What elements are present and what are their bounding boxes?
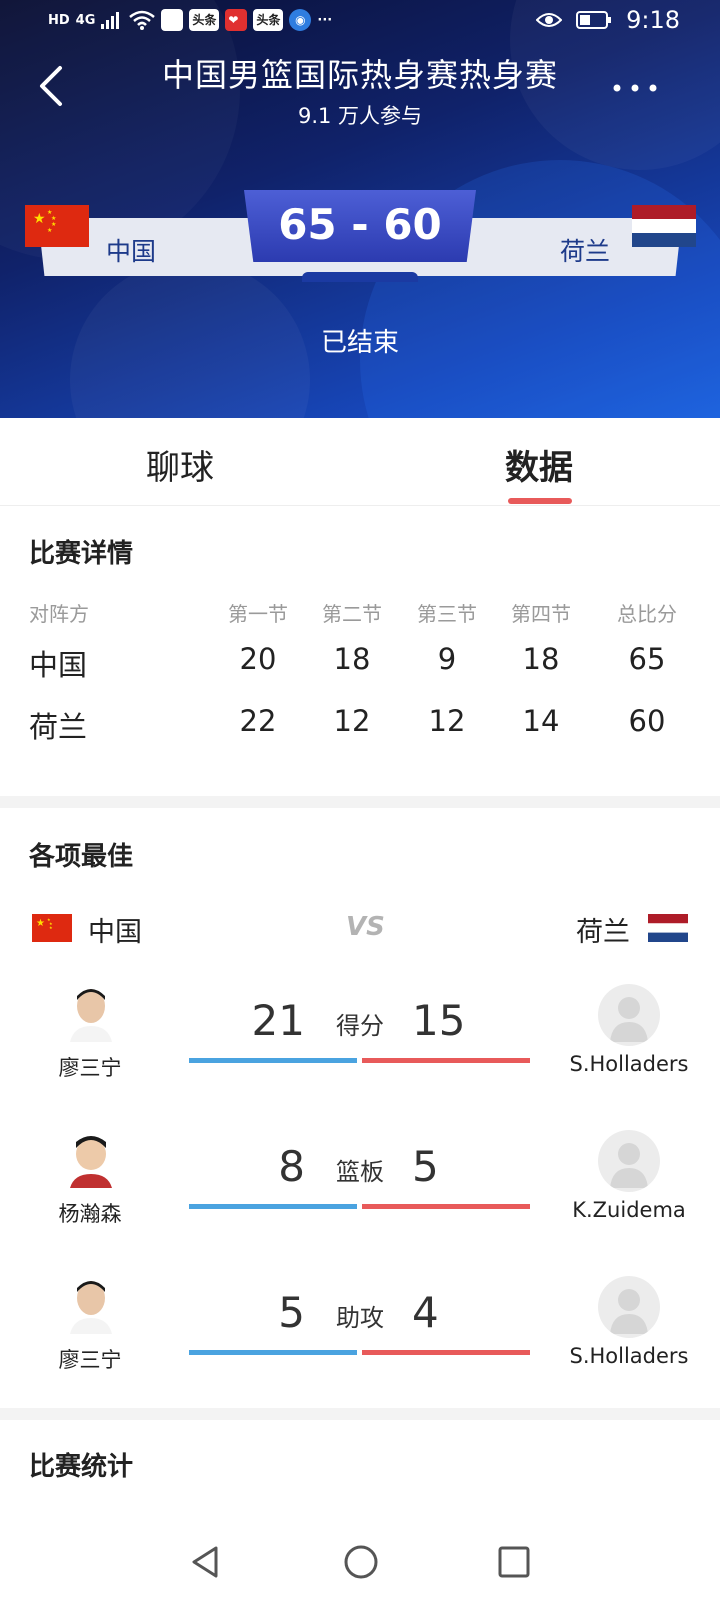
best-stat-row-assists[interactable]: 廖三宁 5 助攻 4 S.Holladers bbox=[0, 1274, 720, 1384]
home-stat-value: 21 bbox=[251, 996, 305, 1045]
header-q1: 第一节 bbox=[228, 602, 288, 626]
app-chip-2: 头条 bbox=[253, 9, 284, 31]
q4-score: 14 bbox=[522, 704, 560, 738]
notification-icon bbox=[161, 9, 184, 31]
stat-category: 篮板 bbox=[336, 1158, 384, 1186]
home-stat-value: 5 bbox=[278, 1288, 305, 1337]
away-stat-bar bbox=[362, 1350, 530, 1355]
network-type: 4G bbox=[75, 12, 96, 28]
home-team-name: 中国 bbox=[106, 237, 157, 266]
clock: 9:18 bbox=[626, 6, 680, 34]
stat-category: 得分 bbox=[336, 1012, 384, 1040]
home-player-name: 廖三宁 bbox=[58, 1348, 122, 1372]
svg-text:★: ★ bbox=[33, 211, 46, 227]
away-team-name: 荷兰 bbox=[560, 237, 611, 266]
header-q3: 第三节 bbox=[417, 602, 477, 626]
header-total: 总比分 bbox=[617, 602, 677, 626]
away-team-label: 荷兰 bbox=[576, 917, 630, 948]
home-stat-bar bbox=[189, 1350, 357, 1355]
vs-label: VS bbox=[346, 912, 385, 942]
away-stat-value: 4 bbox=[412, 1288, 439, 1337]
player-avatar[interactable] bbox=[66, 1128, 116, 1188]
away-stat-bar bbox=[362, 1204, 530, 1209]
best-players-title: 各项最佳 bbox=[29, 842, 134, 872]
q2-score: 18 bbox=[333, 642, 371, 676]
home-team-label: 中国 bbox=[88, 917, 142, 948]
more-dots-icon[interactable] bbox=[612, 80, 658, 96]
best-stat-row-points[interactable]: 廖三宁 21 得分 15 S.Holladers bbox=[0, 982, 720, 1092]
header-team: 对阵方 bbox=[29, 602, 89, 626]
home-stat-value: 8 bbox=[278, 1142, 305, 1191]
player-avatar[interactable] bbox=[66, 1274, 116, 1334]
participants-count: 9.1 万人参与 bbox=[297, 104, 423, 128]
stat-category: 助攻 bbox=[336, 1304, 384, 1332]
q2-score: 12 bbox=[333, 704, 371, 738]
row-team: 中国 bbox=[29, 648, 88, 682]
away-player-name: S.Holladers bbox=[569, 1344, 689, 1368]
total-score: 65 bbox=[628, 642, 666, 676]
tab-data[interactable]: 数据 bbox=[505, 440, 573, 489]
player-avatar[interactable] bbox=[66, 982, 116, 1042]
section-divider bbox=[0, 796, 720, 808]
home-stat-bar bbox=[189, 1204, 357, 1209]
q1-score: 22 bbox=[239, 704, 277, 738]
system-navigation-bar bbox=[0, 1520, 720, 1600]
header-q4: 第四节 bbox=[511, 602, 571, 626]
score-notch bbox=[302, 272, 418, 282]
hd-indicator: HD bbox=[48, 12, 70, 28]
total-score: 60 bbox=[628, 704, 666, 738]
home-player-name: 廖三宁 bbox=[58, 1056, 122, 1080]
netherlands-flag-icon bbox=[648, 914, 688, 942]
section-divider bbox=[0, 1408, 720, 1420]
match-header: HD 4G 头条 ❤ 头条 ◉ ··· 9:18 中国男篮国际热身赛热身赛 9.… bbox=[0, 0, 720, 418]
q3-score: 9 bbox=[437, 642, 457, 676]
netherlands-flag-icon bbox=[632, 205, 696, 247]
away-stat-bar bbox=[362, 1058, 530, 1063]
match-details-title: 比赛详情 bbox=[29, 539, 134, 569]
match-status: 已结束 bbox=[320, 328, 399, 358]
signal-icon bbox=[101, 12, 120, 29]
active-tab-indicator bbox=[508, 498, 572, 504]
tab-chat[interactable]: 聊球 bbox=[146, 440, 214, 489]
svg-text:★: ★ bbox=[36, 918, 45, 929]
player-avatar-placeholder-icon[interactable] bbox=[598, 984, 660, 1046]
app-notification-icon: ❤ bbox=[225, 9, 248, 31]
header-q2: 第二节 bbox=[322, 602, 382, 626]
q1-score: 20 bbox=[239, 642, 277, 676]
q3-score: 12 bbox=[428, 704, 466, 738]
teams-vs-row: ★ ★ ★ ★ 中国 VS 荷兰 bbox=[0, 906, 720, 950]
more-notifications-icon: ··· bbox=[317, 12, 333, 28]
player-avatar-placeholder-icon[interactable] bbox=[598, 1276, 660, 1338]
q4-score: 18 bbox=[522, 642, 560, 676]
app-chip-1: 头条 bbox=[189, 9, 220, 31]
svg-text:★: ★ bbox=[49, 925, 53, 930]
player-avatar-placeholder-icon[interactable] bbox=[598, 1130, 660, 1192]
away-stat-value: 5 bbox=[412, 1142, 439, 1191]
tab-bar: 聊球 数据 bbox=[0, 418, 720, 506]
svg-text:★: ★ bbox=[47, 227, 52, 234]
row-team: 荷兰 bbox=[29, 710, 88, 744]
away-player-name: K.Zuidema bbox=[572, 1198, 686, 1222]
away-stat-value: 15 bbox=[412, 996, 466, 1045]
china-flag-icon: ★ ★ ★ ★ ★ bbox=[25, 205, 89, 247]
match-stats-title: 比赛统计 bbox=[29, 1452, 134, 1482]
final-score: 65 - 60 bbox=[244, 190, 476, 262]
browser-icon: ◉ bbox=[289, 9, 312, 31]
home-stat-bar bbox=[189, 1058, 357, 1063]
wifi-icon bbox=[129, 10, 156, 30]
eye-icon bbox=[536, 13, 563, 27]
nav-recents-square-icon[interactable] bbox=[492, 1540, 536, 1584]
away-player-name: S.Holladers bbox=[569, 1052, 689, 1076]
status-bar: HD 4G 头条 ❤ 头条 ◉ ··· 9:18 bbox=[0, 0, 720, 44]
home-player-name: 杨瀚森 bbox=[58, 1202, 122, 1226]
nav-back-triangle-icon[interactable] bbox=[184, 1540, 228, 1584]
nav-home-circle-icon[interactable] bbox=[339, 1540, 383, 1584]
best-stat-row-rebounds[interactable]: 杨瀚森 8 篮板 5 K.Zuidema bbox=[0, 1128, 720, 1238]
china-flag-icon: ★ ★ ★ ★ bbox=[32, 914, 72, 942]
battery-icon bbox=[576, 11, 612, 29]
